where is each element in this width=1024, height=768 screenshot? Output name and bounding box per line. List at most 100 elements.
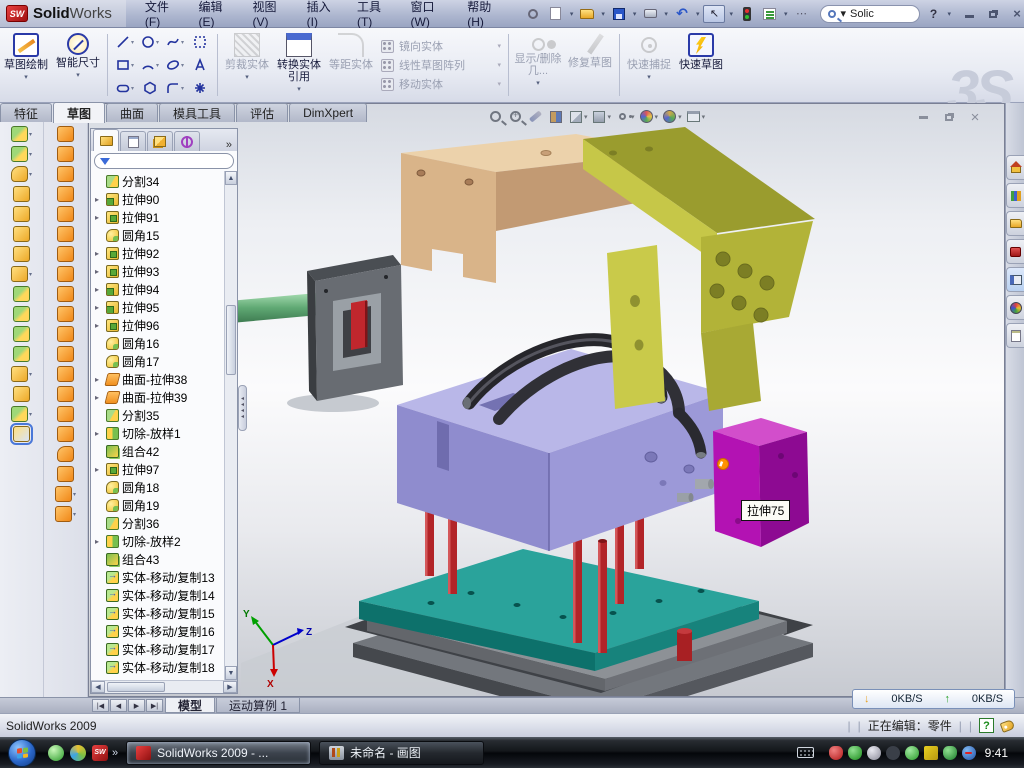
tree-item[interactable]: ▸ 曲面-拉伸39 [91,388,224,406]
selection-box-icon[interactable] [188,31,212,53]
view-tool-icon[interactable] [547,108,564,125]
tree-vertical-scrollbar[interactable]: ▲ ▼ [224,171,237,680]
tags-icon[interactable] [1000,719,1016,733]
dropdown-caret-icon[interactable]: ▾ [608,113,612,121]
scroll-down-button[interactable]: ▼ [225,666,237,680]
tree-item[interactable]: ▸ 实体-移动/复制13 [91,568,224,586]
select-tool-button[interactable]: ↖ [703,5,725,23]
spline-tool-icon[interactable]: ▾ [163,31,187,53]
point-tool-icon[interactable] [188,77,212,99]
task-pane-tab[interactable] [1006,295,1024,320]
ribbon-tab[interactable]: DimXpert [289,103,367,122]
rectangle-tool-icon[interactable]: ▾ [113,54,137,76]
surface-tool-button[interactable] [57,366,75,382]
tree-item[interactable]: ▸ 拉伸91 [91,208,224,226]
tree-item[interactable]: ▸ 组合42 [91,442,224,460]
scroll-right-button[interactable]: ▶ [223,681,237,693]
tree-item[interactable]: ▸ 拉伸95 [91,298,224,316]
feature-tool-button[interactable]: ▾ [11,266,32,282]
view-tool-icon[interactable] [685,108,702,125]
tree-item[interactable]: ▸ 实体-移动/复制17 [91,640,224,658]
surface-tool-button[interactable] [57,286,75,302]
feature-tool-button[interactable] [13,206,31,222]
tree-item[interactable]: ▸ 圆角15 [91,226,224,244]
panel-chevron-icon[interactable]: » [221,139,237,151]
surface-tool-button[interactable] [57,266,75,282]
circle-tool-icon[interactable]: ▾ [138,31,162,53]
ribbon-tab[interactable]: 特征 [0,103,52,122]
tree-item[interactable]: ▸ 圆角18 [91,478,224,496]
task-pane-tab[interactable] [1006,323,1024,348]
tray-icon[interactable] [924,746,938,760]
search-input[interactable]: ▾ Solic [820,5,920,23]
surface-tool-button[interactable] [57,246,75,262]
feature-tool-button[interactable]: ▾ [11,366,32,382]
expand-arrow-icon[interactable]: ▸ [95,465,103,474]
feature-tool-button[interactable] [13,306,31,322]
expand-arrow-icon[interactable]: ▸ [95,537,103,546]
tree-horizontal-scrollbar[interactable]: ◀ ▶ [91,680,237,693]
scroll-left-button[interactable]: ◀ [91,681,105,693]
feature-tool-button[interactable] [13,346,31,362]
ribbon-tab[interactable]: 草图 [53,102,105,123]
help-button[interactable]: ? [923,5,943,23]
tab-motion-study[interactable]: 运动算例 1 [216,698,300,713]
surface-tool-button[interactable] [57,306,75,322]
tray-icon[interactable] [943,746,957,760]
tree-item[interactable]: ▸ 圆角17 [91,352,224,370]
tree-item[interactable]: ▸ 实体-移动/复制16 [91,622,224,640]
view-tool-icon[interactable] [591,108,608,125]
tab-nav-button[interactable]: ▶ [128,699,145,712]
tree-item[interactable]: ▸ 分割35 [91,406,224,424]
tree-filter-input[interactable] [94,153,234,169]
surface-tool-button[interactable] [57,386,75,402]
tree-item[interactable]: ▸ 实体-移动/复制15 [91,604,224,622]
expand-arrow-icon[interactable]: ▸ [95,285,103,294]
tree-item[interactable]: ▸ 实体-移动/复制18 [91,658,224,676]
view-tool-icon[interactable] [567,108,584,125]
surface-tool-button[interactable] [57,446,75,462]
feature-tool-button[interactable]: ▾ [11,166,32,182]
tab-propertymanager[interactable] [120,131,146,151]
feature-tool-button[interactable] [13,246,31,262]
surface-tool-button[interactable]: ▾ [55,486,76,502]
task-pane-tab[interactable] [1006,267,1024,292]
taskbar-window-button[interactable]: 未命名 - 画图 [319,741,484,765]
view-tool-icon[interactable] [487,108,504,125]
quick-tips-icon[interactable]: ? [979,718,994,733]
text-tool-icon[interactable] [188,54,212,76]
pattern-stack-item[interactable]: 线性草图阵列 ▾ [381,57,501,73]
quick-launch-solidworks-icon[interactable]: SW [92,745,108,761]
surface-tool-button[interactable] [57,206,75,222]
trim-entities-button[interactable]: 剪裁实体▾ [221,28,273,102]
surface-tool-button[interactable] [57,146,75,162]
feature-tool-button[interactable] [13,426,31,442]
view-tool-icon[interactable] [661,108,678,125]
tree-item[interactable]: ▸ 曲面-拉伸38 [91,370,224,388]
pattern-stack-item[interactable]: 镜向实体 ▾ [381,38,501,54]
feature-tool-button[interactable]: ▾ [11,406,32,422]
quick-launch-icon-1[interactable] [48,745,64,761]
expand-arrow-icon[interactable]: ▸ [95,267,103,276]
sketch-fillet-icon[interactable]: ▾ [163,77,187,99]
panel-splitter-handle[interactable]: ◂◂◂◂ [238,385,247,431]
tab-model[interactable]: 模型 [165,698,215,713]
expand-arrow-icon[interactable]: ▸ [95,303,103,312]
save-button[interactable] [609,5,629,23]
tab-nav-button[interactable]: ◀ [110,699,127,712]
repair-sketch-button[interactable]: 修复草图 [564,28,616,102]
tab-nav-button[interactable]: |◀ [92,699,109,712]
expand-arrow-icon[interactable]: ▸ [95,375,103,384]
feature-tool-button[interactable]: ▾ [11,146,32,162]
tray-icon[interactable] [848,746,862,760]
tab-configurationmanager[interactable] [147,131,173,151]
ribbon-tab[interactable]: 曲面 [106,103,158,122]
arc-tool-icon[interactable]: ▾ [138,54,162,76]
tray-icon[interactable] [905,746,919,760]
dropdown-caret-icon[interactable]: ▾ [655,113,659,121]
ellipse-tool-icon[interactable]: ▾ [163,54,187,76]
tree-item[interactable]: ▸ 分割36 [91,514,224,532]
minimize-button[interactable] [962,6,976,21]
open-file-button[interactable] [577,5,597,23]
surface-tool-button[interactable] [57,166,75,182]
